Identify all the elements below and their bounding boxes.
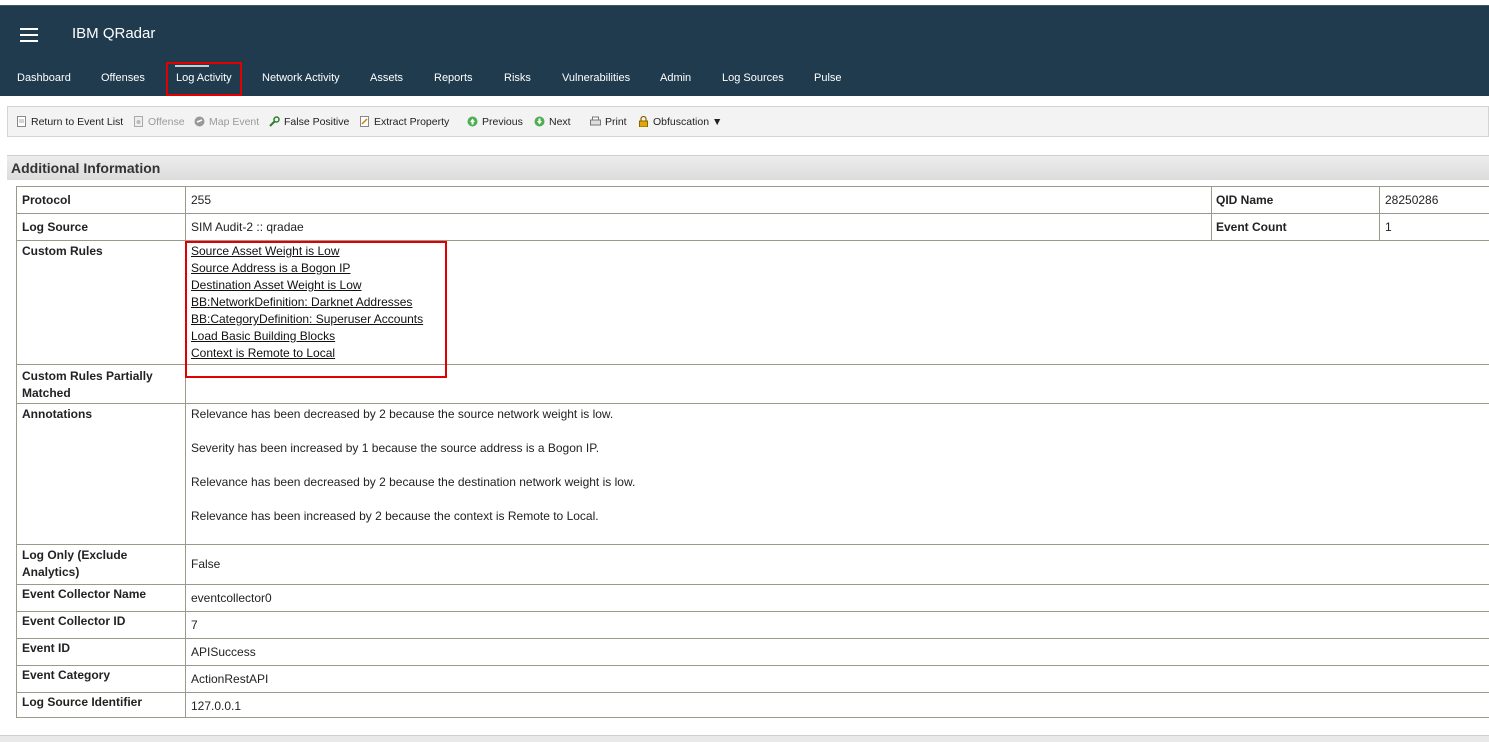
tab-vulnerabilities[interactable]: Vulnerabilities bbox=[562, 61, 630, 96]
additional-information-header: Additional Information bbox=[7, 155, 1489, 180]
annotation-text: Relevance has been increased by 2 becaus… bbox=[191, 509, 599, 523]
menu-icon[interactable] bbox=[20, 28, 38, 42]
false-positive-button[interactable]: False Positive bbox=[269, 107, 349, 138]
event-collector-name-label: Event Collector Name bbox=[22, 587, 147, 601]
print-button[interactable]: Print bbox=[590, 107, 627, 138]
tab-risks[interactable]: Risks bbox=[504, 61, 531, 96]
arrow-down-icon bbox=[534, 116, 545, 127]
annotation-text: Severity has been increased by 1 because… bbox=[191, 441, 600, 455]
table-row: Annotations Relevance has been decreased… bbox=[17, 404, 1489, 545]
custom-rules-partial-label: Custom Rules Partially Matched bbox=[22, 369, 153, 400]
tab-offenses[interactable]: Offenses bbox=[101, 61, 145, 96]
event-id-label: Event ID bbox=[22, 641, 71, 655]
protocol-label: Protocol bbox=[22, 193, 71, 207]
custom-rules-highlight-box bbox=[185, 241, 447, 378]
tab-assets[interactable]: Assets bbox=[370, 61, 403, 96]
annotations-label: Annotations bbox=[22, 407, 92, 421]
tab-log-sources[interactable]: Log Sources bbox=[722, 61, 784, 96]
previous-button[interactable]: Previous bbox=[467, 107, 523, 138]
return-to-event-list-button[interactable]: Return to Event List bbox=[16, 107, 123, 138]
event-id-value: APISuccess bbox=[191, 645, 256, 659]
log-only-value: False bbox=[191, 557, 221, 571]
column-divider bbox=[1211, 214, 1212, 241]
custom-rules-label: Custom Rules bbox=[22, 244, 103, 258]
table-row: Log Source Identifier 127.0.0.1 bbox=[17, 693, 1489, 718]
map-event-button[interactable]: Map Event bbox=[194, 107, 259, 138]
next-button[interactable]: Next bbox=[534, 107, 571, 138]
log-source-label: Log Source bbox=[22, 220, 89, 234]
tab-reports[interactable]: Reports bbox=[434, 61, 473, 96]
protocol-value: 255 bbox=[191, 193, 212, 207]
event-count-label: Event Count bbox=[1216, 220, 1287, 234]
table-row: Protocol 255 QID Name 28250286 bbox=[17, 187, 1489, 214]
tab-pulse[interactable]: Pulse bbox=[814, 61, 842, 96]
tab-admin[interactable]: Admin bbox=[660, 61, 691, 96]
log-source-value: SIM Audit-2 :: qradae bbox=[191, 220, 304, 234]
offense-icon bbox=[134, 116, 143, 127]
event-category-label: Event Category bbox=[22, 668, 111, 682]
event-collector-name-value: eventcollector0 bbox=[191, 591, 272, 605]
log-activity-highlight-box bbox=[166, 62, 242, 96]
printer-icon bbox=[590, 116, 601, 126]
event-toolbar: Return to Event List Offense Map Event F… bbox=[7, 106, 1489, 137]
table-row: Event Category ActionRestAPI bbox=[17, 666, 1489, 693]
table-row: Log Source SIM Audit-2 :: qradae Event C… bbox=[17, 214, 1489, 241]
table-row: Event ID APISuccess bbox=[17, 639, 1489, 666]
qid-name-label: QID Name bbox=[1216, 193, 1274, 207]
qid-name-value: 28250286 bbox=[1385, 193, 1439, 207]
log-source-identifier-label: Log Source Identifier bbox=[22, 695, 143, 709]
extract-property-icon bbox=[360, 116, 369, 127]
table-row: Event Collector ID 7 bbox=[17, 612, 1489, 639]
document-icon bbox=[17, 116, 26, 127]
annotations-list: Relevance has been decreased by 2 becaus… bbox=[191, 406, 635, 542]
log-only-label: Log Only (Exclude Analytics) bbox=[22, 548, 128, 579]
top-header: IBM QRadar bbox=[0, 5, 1489, 62]
event-collector-id-label: Event Collector ID bbox=[22, 614, 126, 628]
column-divider bbox=[1379, 214, 1380, 241]
annotation-text: Relevance has been decreased by 2 becaus… bbox=[191, 475, 636, 489]
table-row: Event Collector Name eventcollector0 bbox=[17, 585, 1489, 612]
section-title: Additional Information bbox=[11, 160, 161, 176]
arrow-up-icon bbox=[467, 116, 478, 127]
event-category-value: ActionRestAPI bbox=[191, 672, 269, 686]
annotation-text: Relevance has been decreased by 2 becaus… bbox=[191, 407, 614, 421]
event-count-value: 1 bbox=[1385, 220, 1392, 234]
column-divider bbox=[1379, 187, 1380, 214]
column-divider bbox=[1211, 187, 1212, 214]
offense-button[interactable]: Offense bbox=[133, 107, 185, 138]
obfuscation-dropdown[interactable]: Obfuscation ▼ bbox=[638, 107, 722, 138]
tab-dashboard[interactable]: Dashboard bbox=[17, 61, 71, 96]
lock-icon bbox=[639, 116, 648, 127]
table-row: Log Only (Exclude Analytics) False bbox=[17, 545, 1489, 585]
app-title: IBM QRadar bbox=[72, 25, 156, 42]
log-source-identifier-value: 127.0.0.1 bbox=[191, 699, 242, 713]
map-event-icon bbox=[194, 116, 205, 127]
extract-property-button[interactable]: Extract Property bbox=[359, 107, 449, 138]
tab-network-activity[interactable]: Network Activity bbox=[262, 61, 340, 96]
event-collector-id-value: 7 bbox=[191, 618, 198, 632]
wrench-icon bbox=[269, 116, 280, 127]
